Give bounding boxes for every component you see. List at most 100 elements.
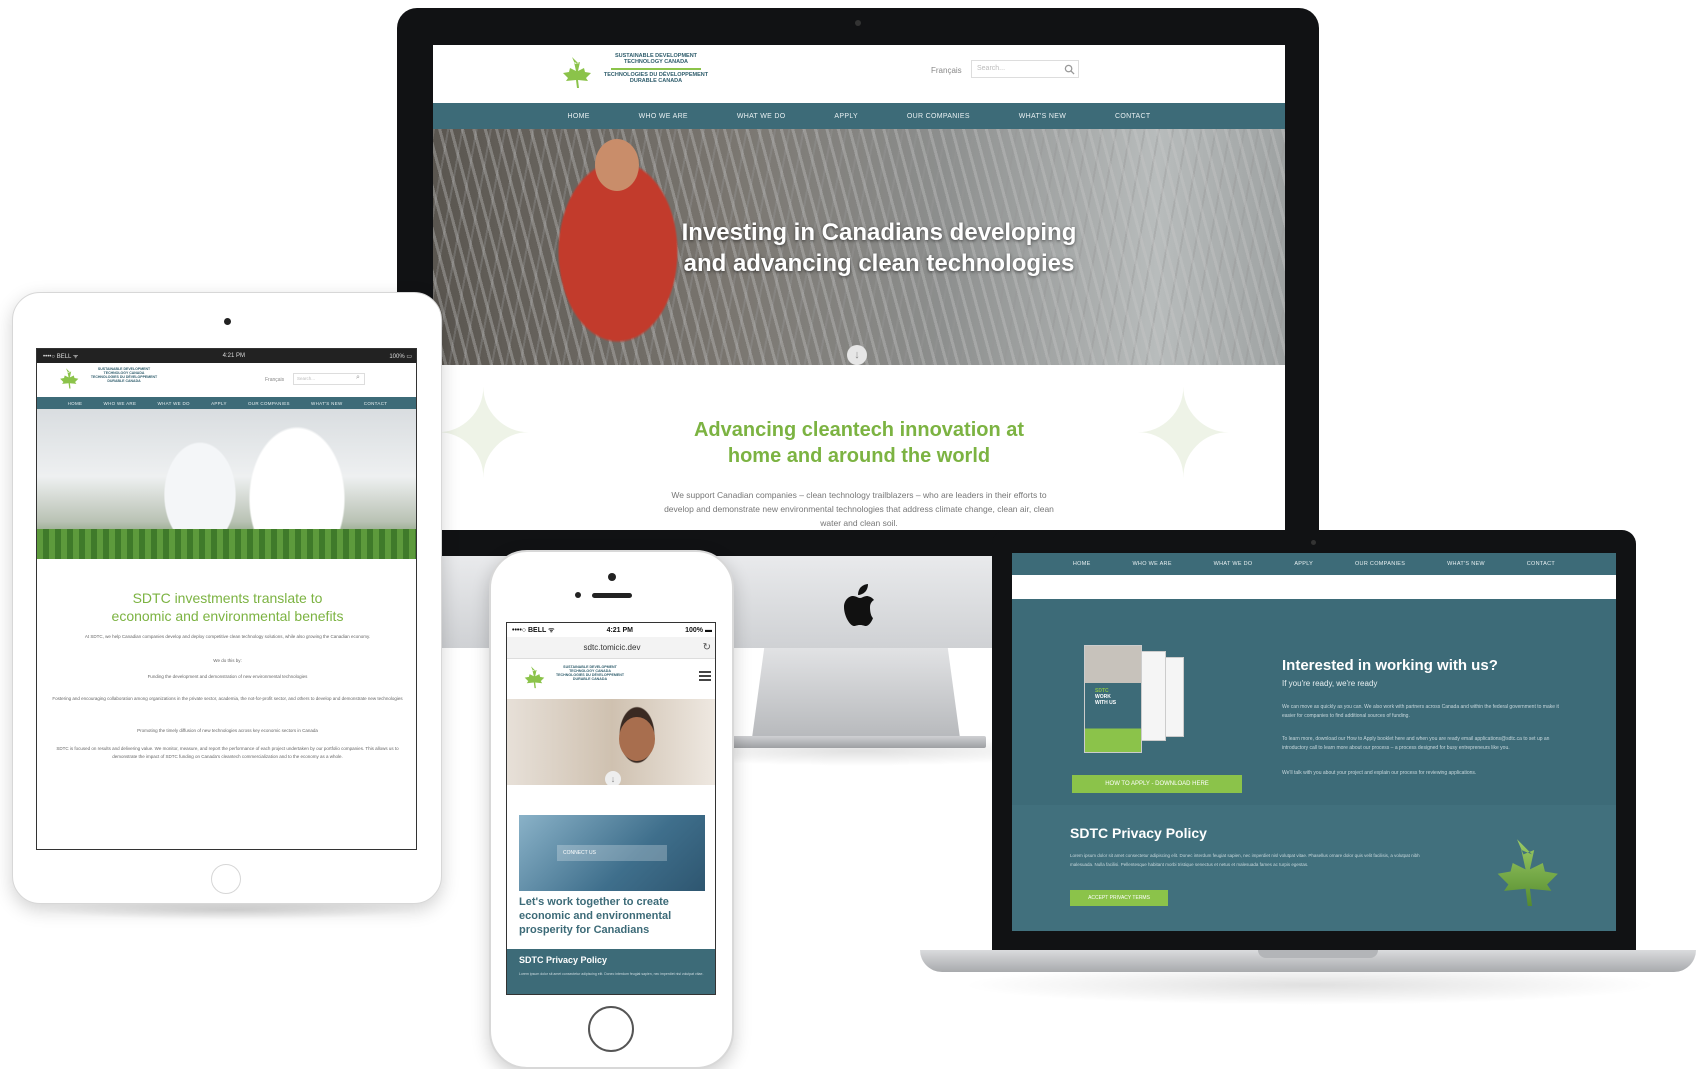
iphone-speaker bbox=[592, 593, 632, 598]
logo-fr-line1: TECHNOLOGIES DU DÉVELOPPEMENT bbox=[603, 71, 709, 78]
iphone-cta-text: Let's work together to create economic a… bbox=[519, 895, 705, 937]
search-box[interactable]: Search... bbox=[971, 60, 1079, 78]
ipad-maple-leaf-logo-icon[interactable] bbox=[53, 367, 79, 393]
intro-title: Advancing cleantech innovation at home a… bbox=[433, 417, 1285, 469]
ipad-paragraph-1: At SDTC, we help Canadian companies deve… bbox=[84, 634, 371, 639]
ipad-logo-text: SUSTAINABLE DEVELOPMENT TECHNOLOGY CANAD… bbox=[83, 367, 165, 383]
apply-brochure-image: SDTC WORK WITH US bbox=[1084, 645, 1184, 765]
nav-who-we-are[interactable]: WHO WE ARE bbox=[639, 113, 688, 120]
macbook-screen: HOME WHO WE ARE WHAT WE DO APPLY OUR COM… bbox=[1012, 553, 1616, 931]
macbook-main-nav: HOME WHO WE ARE WHAT WE DO APPLY OUR COM… bbox=[1012, 553, 1616, 575]
ipad-language-link[interactable]: Français bbox=[265, 377, 284, 383]
hero-title: Investing in Canadians developing and ad… bbox=[433, 217, 1285, 279]
imac-screen: SUSTAINABLE DEVELOPMENT TECHNOLOGY CANAD… bbox=[433, 45, 1285, 530]
iphone-privacy-text: Lorem ipsum dolor sit amet consectetur a… bbox=[519, 972, 704, 976]
ipad-camera bbox=[224, 318, 231, 325]
ipad-plants bbox=[37, 529, 416, 559]
ipad-main-content: SDTC investments translate to economic a… bbox=[37, 559, 416, 849]
ipad-nav-what-we-do[interactable]: WHAT WE DO bbox=[158, 401, 190, 406]
hamburger-menu-icon[interactable] bbox=[699, 671, 711, 681]
work-with-us-paragraph-3: We'll talk with you about your project a… bbox=[1282, 770, 1477, 776]
ipad-status-bar: ••••○ BELL ᯤ 4:21 PM 100% ▭ bbox=[37, 349, 416, 363]
iphone-maple-leaf-logo-icon[interactable] bbox=[517, 665, 545, 693]
ipad-nav-who-we-are[interactable]: WHO WE ARE bbox=[104, 401, 137, 406]
reload-icon[interactable]: ↻ bbox=[703, 637, 711, 659]
iphone-site-header: SUSTAINABLE DEVELOPMENT TECHNOLOGY CANAD… bbox=[507, 659, 715, 699]
iphone-person-face bbox=[619, 717, 655, 761]
nav-contact[interactable]: CONTACT bbox=[1115, 113, 1150, 120]
iphone-privacy-title: SDTC Privacy Policy bbox=[519, 955, 608, 965]
logo-divider bbox=[611, 67, 701, 70]
ipad-main-title: SDTC investments translate to economic a… bbox=[57, 589, 398, 625]
iphone-screen: ••••○ BELL ᯤ 4:21 PM 100% ▬ sdtc.tomicic… bbox=[506, 622, 716, 995]
iphone-cta-line3: prosperity for Canadians bbox=[519, 924, 650, 936]
ipad-nav-home[interactable]: HOME bbox=[68, 401, 83, 406]
hero-photo-head bbox=[595, 139, 639, 191]
brochure-cover-text: SDTC WORK WITH US bbox=[1095, 688, 1116, 706]
work-with-us-title: Interested in working with us? bbox=[1282, 657, 1498, 674]
how-to-apply-button[interactable]: HOW TO APPLY - DOWNLOAD HERE bbox=[1072, 775, 1242, 793]
maple-leaf-logo-icon[interactable] bbox=[551, 55, 593, 95]
ipad-search-placeholder: Search... bbox=[297, 376, 316, 381]
iphone-scroll-down-icon[interactable]: ↓ bbox=[605, 771, 621, 785]
maple-leaf-icon bbox=[1497, 839, 1558, 906]
ipad-nav-apply[interactable]: APPLY bbox=[211, 401, 227, 406]
ipad-search-box[interactable]: Search... ⌕ bbox=[293, 373, 365, 385]
nav-our-companies[interactable]: OUR COMPANIES bbox=[907, 113, 970, 120]
hero-title-line2: and advancing clean technologies bbox=[683, 250, 1075, 277]
ipad-logo-fr-line2: DURABLE CANADA bbox=[107, 379, 141, 384]
iphone-address-bar[interactable]: sdtc.tomicic.dev ↻ bbox=[507, 637, 715, 659]
brochure-line3: WITH US bbox=[1095, 700, 1117, 706]
ipad-main-nav: HOME WHO WE ARE WHAT WE DO APPLY OUR COM… bbox=[37, 397, 416, 409]
logo-fr-line2: DURABLE CANADA bbox=[629, 77, 683, 84]
accept-privacy-button[interactable]: ACCEPT PRIVACY TERMS bbox=[1070, 890, 1168, 906]
mb-nav-whats-new[interactable]: WHAT'S NEW bbox=[1447, 561, 1485, 567]
ipad-nav-whats-new[interactable]: WHAT'S NEW bbox=[311, 401, 343, 406]
ipad-nav-our-companies[interactable]: OUR COMPANIES bbox=[248, 401, 290, 406]
ipad-hero-photo bbox=[37, 409, 416, 559]
iphone-camera bbox=[608, 573, 616, 581]
ipad-search-icon[interactable]: ⌕ bbox=[356, 374, 360, 382]
scroll-down-icon[interactable]: ↓ bbox=[847, 345, 867, 365]
search-icon[interactable] bbox=[1064, 64, 1075, 75]
hero-banner: Investing in Canadians developing and ad… bbox=[433, 129, 1285, 365]
nav-what-we-do[interactable]: WHAT WE DO bbox=[737, 113, 786, 120]
logo-text: SUSTAINABLE DEVELOPMENT TECHNOLOGY CANAD… bbox=[601, 53, 711, 84]
privacy-text: Lorem ipsum dolor sit amet consectetur a… bbox=[1070, 853, 1420, 867]
mb-nav-our-companies[interactable]: OUR COMPANIES bbox=[1355, 561, 1405, 567]
connect-bar: CONNECT US bbox=[557, 845, 667, 861]
macbook-notch bbox=[1258, 950, 1378, 958]
ipad-carrier: ••••○ BELL ᯤ bbox=[43, 354, 79, 360]
iphone-cta-line1: Let's work together to create bbox=[519, 896, 669, 908]
intro-text: We support Canadian companies – clean te… bbox=[664, 490, 1054, 528]
ipad-home-button[interactable] bbox=[211, 864, 241, 894]
mb-nav-who-we-are[interactable]: WHO WE ARE bbox=[1132, 561, 1171, 567]
iphone-privacy-section: SDTC Privacy Policy Lorem ipsum dolor si… bbox=[507, 949, 715, 994]
apple-logo-icon bbox=[844, 584, 874, 626]
nav-whats-new[interactable]: WHAT'S NEW bbox=[1019, 113, 1066, 120]
ipad-time: 4:21 PM bbox=[222, 353, 245, 359]
mb-nav-contact[interactable]: CONTACT bbox=[1527, 561, 1555, 567]
nav-home[interactable]: HOME bbox=[567, 113, 589, 120]
iphone-hero-photo: ↓ bbox=[507, 699, 715, 785]
iphone-carrier: ••••○ BELL ᯤ bbox=[512, 626, 555, 634]
iphone-status-bar: ••••○ BELL ᯤ 4:21 PM 100% ▬ bbox=[507, 623, 715, 637]
nav-apply[interactable]: APPLY bbox=[834, 113, 858, 120]
mb-nav-apply[interactable]: APPLY bbox=[1294, 561, 1313, 567]
macbook-camera bbox=[1311, 540, 1316, 545]
imac-stand bbox=[752, 646, 960, 738]
iphone-connect-image: CONNECT US bbox=[519, 815, 705, 891]
privacy-title: SDTC Privacy Policy bbox=[1070, 825, 1207, 841]
main-nav: HOME WHO WE ARE WHAT WE DO APPLY OUR COM… bbox=[433, 103, 1285, 129]
iphone-logo-text: SUSTAINABLE DEVELOPMENT TECHNOLOGY CANAD… bbox=[547, 665, 633, 682]
mb-nav-what-we-do[interactable]: WHAT WE DO bbox=[1214, 561, 1253, 567]
ipad-nav-contact[interactable]: CONTACT bbox=[364, 401, 388, 406]
iphone-home-button[interactable] bbox=[588, 1006, 634, 1052]
privacy-section: SDTC Privacy Policy Lorem ipsum dolor si… bbox=[1012, 805, 1616, 931]
imac-foot bbox=[730, 736, 986, 748]
iphone-cta-line2: economic and environmental bbox=[519, 910, 672, 922]
ipad-paragraph-2: We do this by: bbox=[213, 658, 242, 663]
intro-title-line1: Advancing cleantech innovation at bbox=[693, 419, 1025, 441]
language-link[interactable]: Français bbox=[931, 66, 962, 75]
mb-nav-home[interactable]: HOME bbox=[1073, 561, 1091, 567]
